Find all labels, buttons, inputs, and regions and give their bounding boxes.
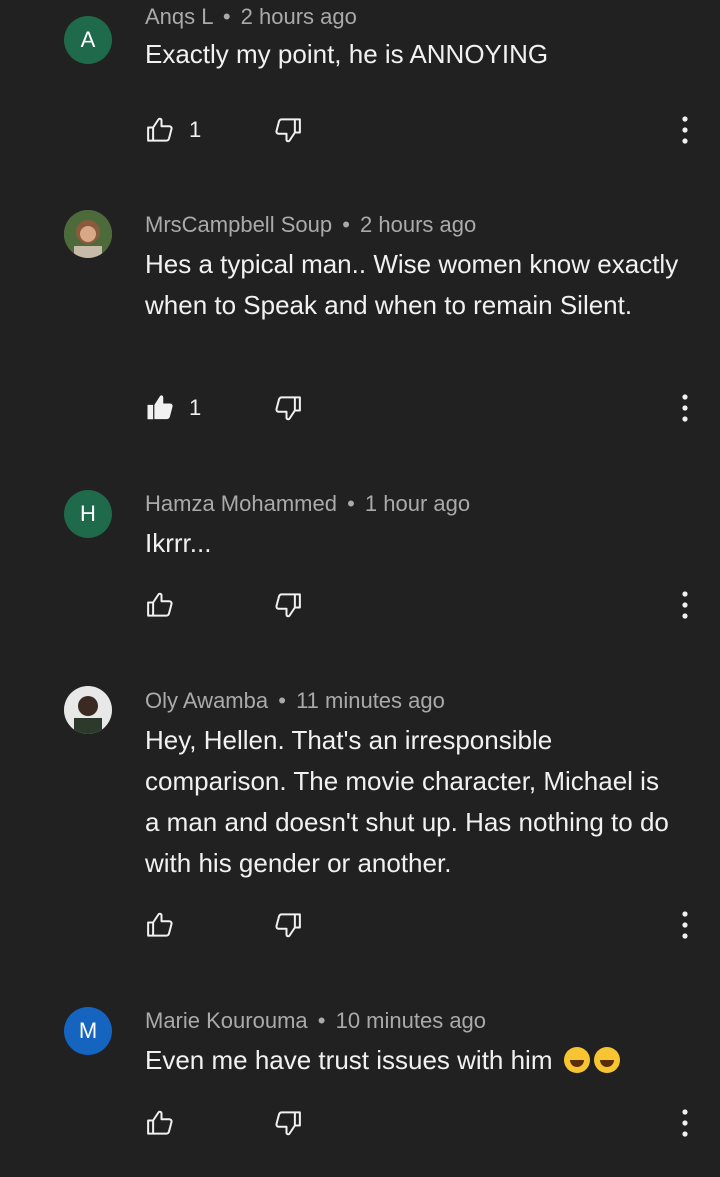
comment-author[interactable]: Anqs L xyxy=(145,4,213,29)
avatar-letter: A xyxy=(80,27,96,52)
like-button[interactable]: 1 xyxy=(145,388,201,428)
thumb-up-filled-icon xyxy=(147,395,173,420)
comment-meta: Hamza Mohammed • 1 hour ago xyxy=(145,489,680,519)
comment-meta: Oly Awamba • 11 minutes ago xyxy=(145,686,680,716)
avatar[interactable] xyxy=(64,686,112,734)
like-button[interactable]: 1 xyxy=(145,110,201,150)
comment-time: 2 hours ago xyxy=(360,212,477,237)
comment-author[interactable]: Hamza Mohammed xyxy=(145,491,337,516)
avatar[interactable]: M xyxy=(64,1007,112,1055)
separator: • xyxy=(342,212,350,237)
comment-time: 1 hour ago xyxy=(364,491,471,516)
avatar[interactable] xyxy=(64,210,112,258)
more-options-icon[interactable] xyxy=(678,115,692,145)
more-options-icon[interactable] xyxy=(678,590,692,620)
comment-author[interactable]: Marie Kourouma xyxy=(145,1008,308,1033)
thumb-down-outline-icon[interactable] xyxy=(273,115,303,145)
thumb-up-outline-icon xyxy=(147,117,173,142)
comment-time: 11 minutes ago xyxy=(296,688,445,713)
comment-text-row: Even me have trust issues with him xyxy=(145,1040,680,1081)
like-button[interactable] xyxy=(145,905,189,945)
comment-meta: Marie Kourouma • 10 minutes ago xyxy=(145,1006,680,1036)
more-options-icon[interactable] xyxy=(678,910,692,940)
thumb-up-outline-icon xyxy=(147,912,173,937)
avatar[interactable]: H xyxy=(64,490,112,538)
separator: • xyxy=(317,1008,326,1033)
comment-meta: MrsCampbell Soup • 2 hours ago xyxy=(145,210,680,240)
comment-text: Even me have trust issues with him xyxy=(145,1045,553,1075)
more-options-icon[interactable] xyxy=(678,393,692,423)
user-photo-icon xyxy=(64,686,112,734)
more-options-icon[interactable] xyxy=(678,1108,692,1138)
rolling-on-floor-laughing-icon xyxy=(563,1047,590,1073)
thumb-down-outline-icon[interactable] xyxy=(273,590,303,620)
thumb-up-outline-icon xyxy=(147,592,173,617)
thumb-up-outline-icon xyxy=(147,1110,173,1135)
user-photo-icon xyxy=(64,210,112,258)
rolling-on-floor-laughing-icon xyxy=(593,1047,620,1073)
comment-text: Hes a typical man.. Wise women know exac… xyxy=(145,249,679,320)
comment-time: 2 hours ago xyxy=(240,4,357,29)
comment-author[interactable]: Oly Awamba xyxy=(145,688,268,713)
separator: • xyxy=(347,491,355,516)
avatar[interactable]: A xyxy=(64,16,112,64)
separator: • xyxy=(278,688,286,713)
thumb-down-outline-icon[interactable] xyxy=(273,910,303,940)
avatar-letter: H xyxy=(80,501,96,526)
avatar-letter: M xyxy=(78,1018,98,1043)
like-button[interactable] xyxy=(145,585,189,625)
comment-text: Hey, Hellen. That's an irresponsible com… xyxy=(145,725,669,878)
comment-author[interactable]: MrsCampbell Soup xyxy=(145,212,332,237)
comment-time: 10 minutes ago xyxy=(335,1008,487,1033)
comment-text: Exactly my point, he is ANNOYING xyxy=(145,39,549,69)
comment-meta: Anqs L • 2 hours ago xyxy=(145,2,680,32)
thumb-down-outline-icon[interactable] xyxy=(273,1108,303,1138)
separator: • xyxy=(222,4,231,29)
comment-text: Ikrrr... xyxy=(145,528,212,558)
thumb-down-outline-icon[interactable] xyxy=(273,393,303,423)
like-count: 1 xyxy=(189,395,202,420)
like-count: 1 xyxy=(189,117,202,142)
like-button[interactable] xyxy=(145,1103,189,1143)
